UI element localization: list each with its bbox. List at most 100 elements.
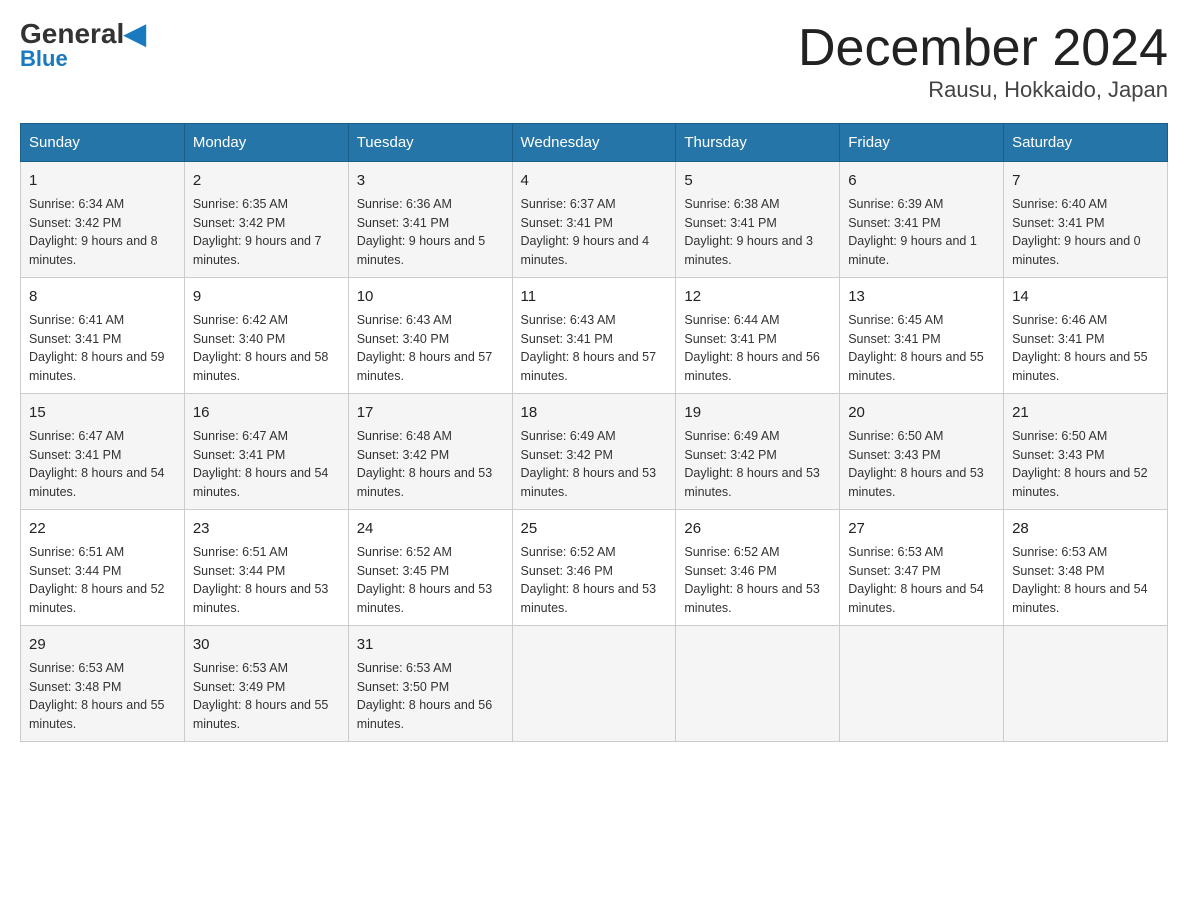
calendar-cell: 15 Sunrise: 6:47 AMSunset: 3:41 PMDayligh… — [21, 394, 185, 510]
day-number: 5 — [684, 170, 831, 191]
day-info: Sunrise: 6:47 AMSunset: 3:41 PMDaylight:… — [193, 429, 329, 499]
calendar-week-row: 29 Sunrise: 6:53 AMSunset: 3:48 PMDayligh… — [21, 626, 1168, 742]
calendar-cell: 26 Sunrise: 6:52 AMSunset: 3:46 PMDayligh… — [676, 510, 840, 626]
day-header-monday: Monday — [184, 124, 348, 162]
day-info: Sunrise: 6:53 AMSunset: 3:50 PMDaylight:… — [357, 661, 493, 731]
calendar-cell: 8 Sunrise: 6:41 AMSunset: 3:41 PMDaylight… — [21, 278, 185, 394]
day-number: 4 — [521, 170, 668, 191]
day-info: Sunrise: 6:53 AMSunset: 3:48 PMDaylight:… — [29, 661, 165, 731]
calendar-week-row: 1 Sunrise: 6:34 AMSunset: 3:42 PMDaylight… — [21, 162, 1168, 278]
day-info: Sunrise: 6:36 AMSunset: 3:41 PMDaylight:… — [357, 197, 486, 267]
calendar-cell: 2 Sunrise: 6:35 AMSunset: 3:42 PMDaylight… — [184, 162, 348, 278]
page-title: December 2024 — [798, 20, 1168, 77]
day-number: 26 — [684, 518, 831, 539]
day-info: Sunrise: 6:40 AMSunset: 3:41 PMDaylight:… — [1012, 197, 1141, 267]
day-info: Sunrise: 6:51 AMSunset: 3:44 PMDaylight:… — [29, 545, 165, 615]
calendar-cell: 17 Sunrise: 6:48 AMSunset: 3:42 PMDayligh… — [348, 394, 512, 510]
day-number: 21 — [1012, 402, 1159, 423]
day-number: 20 — [848, 402, 995, 423]
day-info: Sunrise: 6:52 AMSunset: 3:45 PMDaylight:… — [357, 545, 493, 615]
day-info: Sunrise: 6:43 AMSunset: 3:41 PMDaylight:… — [521, 313, 657, 383]
calendar-cell: 7Sunrise: 6:40 AMSunset: 3:41 PMDaylight… — [1004, 162, 1168, 278]
day-number: 16 — [193, 402, 340, 423]
calendar-cell: 29 Sunrise: 6:53 AMSunset: 3:48 PMDayligh… — [21, 626, 185, 742]
day-info: Sunrise: 6:44 AMSunset: 3:41 PMDaylight:… — [684, 313, 820, 383]
calendar-cell: 30Sunrise: 6:53 AMSunset: 3:49 PMDayligh… — [184, 626, 348, 742]
day-number: 25 — [521, 518, 668, 539]
day-number: 13 — [848, 286, 995, 307]
day-info: Sunrise: 6:38 AMSunset: 3:41 PMDaylight:… — [684, 197, 813, 267]
calendar-cell: 12 Sunrise: 6:44 AMSunset: 3:41 PMDayligh… — [676, 278, 840, 394]
day-number: 12 — [684, 286, 831, 307]
day-info: Sunrise: 6:45 AMSunset: 3:41 PMDaylight:… — [848, 313, 984, 383]
calendar-cell: 10 Sunrise: 6:43 AMSunset: 3:40 PMDayligh… — [348, 278, 512, 394]
day-header-thursday: Thursday — [676, 124, 840, 162]
calendar-cell: 13 Sunrise: 6:45 AMSunset: 3:41 PMDayligh… — [840, 278, 1004, 394]
day-number: 11 — [521, 286, 668, 307]
day-number: 1 — [29, 170, 176, 191]
calendar-cell: 23Sunrise: 6:51 AMSunset: 3:44 PMDayligh… — [184, 510, 348, 626]
day-number: 17 — [357, 402, 504, 423]
day-info: Sunrise: 6:53 AMSunset: 3:48 PMDaylight:… — [1012, 545, 1148, 615]
day-info: Sunrise: 6:46 AMSunset: 3:41 PMDaylight:… — [1012, 313, 1148, 383]
day-info: Sunrise: 6:39 AMSunset: 3:41 PMDaylight:… — [848, 197, 977, 267]
day-number: 2 — [193, 170, 340, 191]
day-number: 23 — [193, 518, 340, 539]
day-number: 29 — [29, 634, 176, 655]
day-info: Sunrise: 6:52 AMSunset: 3:46 PMDaylight:… — [684, 545, 820, 615]
day-info: Sunrise: 6:53 AMSunset: 3:47 PMDaylight:… — [848, 545, 984, 615]
calendar-cell: 14 Sunrise: 6:46 AMSunset: 3:41 PMDayligh… — [1004, 278, 1168, 394]
calendar-week-row: 8 Sunrise: 6:41 AMSunset: 3:41 PMDaylight… — [21, 278, 1168, 394]
day-header-friday: Friday — [840, 124, 1004, 162]
day-number: 22 — [29, 518, 176, 539]
calendar-cell: 16 Sunrise: 6:47 AMSunset: 3:41 PMDayligh… — [184, 394, 348, 510]
page-header: General◀ Blue December 2024 Rausu, Hokka… — [20, 20, 1168, 103]
day-info: Sunrise: 6:49 AMSunset: 3:42 PMDaylight:… — [521, 429, 657, 499]
day-number: 28 — [1012, 518, 1159, 539]
day-number: 19 — [684, 402, 831, 423]
day-number: 8 — [29, 286, 176, 307]
calendar-cell: 11 Sunrise: 6:43 AMSunset: 3:41 PMDayligh… — [512, 278, 676, 394]
calendar-cell — [676, 626, 840, 742]
calendar-cell: 19Sunrise: 6:49 AMSunset: 3:42 PMDayligh… — [676, 394, 840, 510]
day-info: Sunrise: 6:52 AMSunset: 3:46 PMDaylight:… — [521, 545, 657, 615]
day-header-sunday: Sunday — [21, 124, 185, 162]
calendar-cell: 5 Sunrise: 6:38 AMSunset: 3:41 PMDaylight… — [676, 162, 840, 278]
calendar-header-row: SundayMondayTuesdayWednesdayThursdayFrid… — [21, 124, 1168, 162]
day-number: 10 — [357, 286, 504, 307]
day-info: Sunrise: 6:48 AMSunset: 3:42 PMDaylight:… — [357, 429, 493, 499]
day-info: Sunrise: 6:47 AMSunset: 3:41 PMDaylight:… — [29, 429, 165, 499]
calendar-cell: 3 Sunrise: 6:36 AMSunset: 3:41 PMDaylight… — [348, 162, 512, 278]
logo-text: General◀ — [20, 20, 146, 48]
day-info: Sunrise: 6:50 AMSunset: 3:43 PMDaylight:… — [848, 429, 984, 499]
day-info: Sunrise: 6:41 AMSunset: 3:41 PMDaylight:… — [29, 313, 165, 383]
calendar-cell: 28 Sunrise: 6:53 AMSunset: 3:48 PMDayligh… — [1004, 510, 1168, 626]
day-number: 14 — [1012, 286, 1159, 307]
page-subtitle: Rausu, Hokkaido, Japan — [798, 77, 1168, 103]
day-info: Sunrise: 6:34 AMSunset: 3:42 PMDaylight:… — [29, 197, 158, 267]
day-info: Sunrise: 6:43 AMSunset: 3:40 PMDaylight:… — [357, 313, 493, 383]
day-number: 9 — [193, 286, 340, 307]
calendar-cell: 24 Sunrise: 6:52 AMSunset: 3:45 PMDayligh… — [348, 510, 512, 626]
day-info: Sunrise: 6:50 AMSunset: 3:43 PMDaylight:… — [1012, 429, 1148, 499]
calendar-week-row: 22 Sunrise: 6:51 AMSunset: 3:44 PMDayligh… — [21, 510, 1168, 626]
calendar-table: SundayMondayTuesdayWednesdayThursdayFrid… — [20, 123, 1168, 742]
calendar-cell: 6 Sunrise: 6:39 AMSunset: 3:41 PMDaylight… — [840, 162, 1004, 278]
calendar-cell: 25 Sunrise: 6:52 AMSunset: 3:46 PMDayligh… — [512, 510, 676, 626]
title-block: December 2024 Rausu, Hokkaido, Japan — [798, 20, 1168, 103]
calendar-cell — [840, 626, 1004, 742]
calendar-cell — [1004, 626, 1168, 742]
calendar-cell — [512, 626, 676, 742]
day-info: Sunrise: 6:35 AMSunset: 3:42 PMDaylight:… — [193, 197, 322, 267]
calendar-week-row: 15 Sunrise: 6:47 AMSunset: 3:41 PMDayligh… — [21, 394, 1168, 510]
day-number: 15 — [29, 402, 176, 423]
calendar-cell: 21 Sunrise: 6:50 AMSunset: 3:43 PMDayligh… — [1004, 394, 1168, 510]
calendar-cell: 31Sunrise: 6:53 AMSunset: 3:50 PMDayligh… — [348, 626, 512, 742]
day-number: 6 — [848, 170, 995, 191]
day-number: 24 — [357, 518, 504, 539]
calendar-cell: 4 Sunrise: 6:37 AMSunset: 3:41 PMDaylight… — [512, 162, 676, 278]
calendar-cell: 1 Sunrise: 6:34 AMSunset: 3:42 PMDaylight… — [21, 162, 185, 278]
day-number: 3 — [357, 170, 504, 191]
day-header-wednesday: Wednesday — [512, 124, 676, 162]
day-info: Sunrise: 6:37 AMSunset: 3:41 PMDaylight:… — [521, 197, 650, 267]
